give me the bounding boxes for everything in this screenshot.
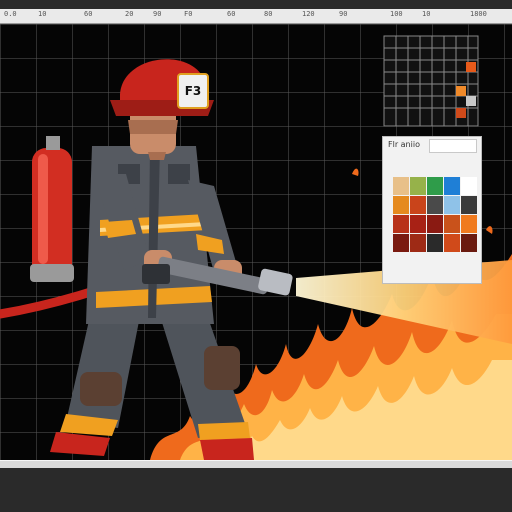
ruler-label: 100 <box>390 10 403 18</box>
color-swatch[interactable] <box>393 177 409 195</box>
color-swatch[interactable] <box>444 196 460 214</box>
color-swatch[interactable] <box>427 177 443 195</box>
color-swatch[interactable] <box>393 215 409 233</box>
color-swatch[interactable] <box>410 196 426 214</box>
ruler-label: 60 <box>227 10 236 18</box>
color-swatch[interactable] <box>410 177 426 195</box>
swatch-panel: Flr aniio <box>382 136 482 284</box>
color-swatch[interactable] <box>410 234 426 252</box>
color-swatch[interactable] <box>444 234 460 252</box>
color-swatch[interactable] <box>427 215 443 233</box>
ruler-label: F0 <box>184 10 193 18</box>
color-swatch[interactable] <box>393 234 409 252</box>
ruler-label: 1800 <box>470 10 487 18</box>
drawing-canvas[interactable]: F3 Flr aniio <box>0 24 512 460</box>
firefighter-coat <box>86 146 214 324</box>
ruler-label: 80 <box>264 10 273 18</box>
ruler-label: 90 <box>153 10 162 18</box>
swatch-name-field[interactable] <box>429 139 477 153</box>
thumbnail-grid <box>383 35 479 127</box>
color-swatch[interactable] <box>461 234 477 252</box>
oxygen-tank <box>30 136 74 282</box>
ruler-label: 120 <box>302 10 315 18</box>
top-ruler: 0.0 10 60 20 90 F0 60 80 120 90 100 10 1… <box>0 9 512 24</box>
color-swatch[interactable] <box>427 196 443 214</box>
ruler-label: 10 <box>422 10 431 18</box>
helmet-badge-text: F3 <box>185 84 202 98</box>
ruler-label: 60 <box>84 10 93 18</box>
swatch-panel-title: Flr aniio <box>388 140 420 149</box>
status-bar <box>0 468 512 512</box>
color-swatch[interactable] <box>461 215 477 233</box>
color-swatch[interactable] <box>393 196 409 214</box>
color-swatch[interactable] <box>410 215 426 233</box>
editor-window: 0.0 10 60 20 90 F0 60 80 120 90 100 10 1… <box>0 0 512 512</box>
ruler-label: 20 <box>125 10 134 18</box>
color-swatch[interactable] <box>444 215 460 233</box>
color-swatch[interactable] <box>427 234 443 252</box>
swatch-grid <box>393 177 477 252</box>
ruler-label: 90 <box>339 10 348 18</box>
ruler-label: 10 <box>38 10 47 18</box>
color-swatch[interactable] <box>444 177 460 195</box>
color-swatch[interactable] <box>461 177 477 195</box>
color-swatch[interactable] <box>461 196 477 214</box>
ruler-label: 0.0 <box>4 10 17 18</box>
